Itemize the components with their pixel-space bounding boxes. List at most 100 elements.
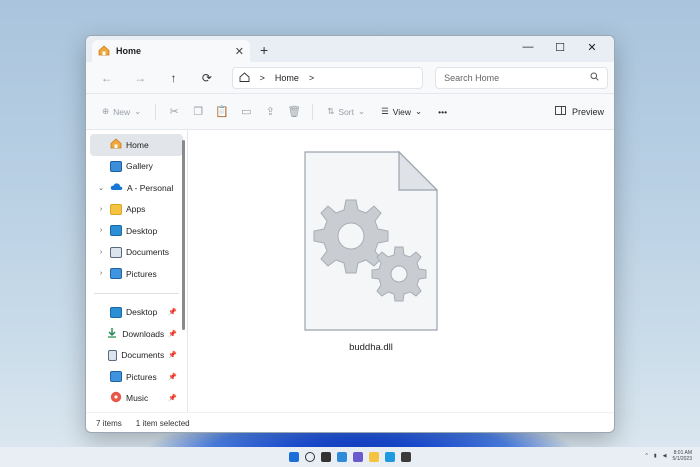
sidebar-item-label: Music bbox=[126, 393, 149, 404]
chat-icon[interactable] bbox=[353, 452, 363, 462]
pictures-icon bbox=[110, 371, 122, 383]
sort-icon: ⇅ bbox=[327, 106, 335, 116]
chevron-down-icon: ⌄ bbox=[415, 106, 423, 116]
view-label: View bbox=[392, 106, 412, 117]
file-item[interactable]: buddha.dll bbox=[301, 150, 441, 353]
cloud-icon bbox=[110, 182, 123, 193]
pin-icon: 📌 bbox=[168, 330, 177, 338]
up-button[interactable]: ↑ bbox=[159, 71, 188, 85]
item-count: 7 items bbox=[96, 419, 122, 428]
sidebar-item-label: A - Personal bbox=[127, 182, 174, 193]
volume-icon[interactable]: ◀ bbox=[663, 453, 667, 459]
tab-close-button[interactable]: ✕ bbox=[235, 45, 244, 58]
clock[interactable]: 8:01 AM 5/1/2023 bbox=[673, 450, 692, 462]
start-icon[interactable] bbox=[289, 452, 299, 462]
window-controls: — ☐ ✕ bbox=[512, 38, 608, 56]
breadcrumb-chevron[interactable]: > bbox=[309, 73, 314, 83]
home-icon bbox=[110, 138, 122, 151]
sidebar-item-label: Desktop bbox=[126, 225, 158, 236]
music-icon bbox=[110, 391, 122, 405]
system-tray: ^ ▮ ◀ 8:01 AM 5/1/2023 bbox=[646, 450, 692, 462]
view-button[interactable]: ☰ View ⌄ bbox=[375, 106, 428, 117]
new-tab-button[interactable]: + bbox=[260, 42, 268, 58]
documents-icon bbox=[110, 246, 122, 258]
quick-access-downloads[interactable]: Downloads 📌 bbox=[90, 323, 183, 345]
more-options-button[interactable]: ••• bbox=[432, 107, 453, 117]
tab-home[interactable]: Home ✕ bbox=[92, 40, 250, 62]
folder-icon bbox=[110, 203, 122, 215]
sidebar-item-apps[interactable]: › Apps bbox=[90, 199, 183, 221]
pictures-icon bbox=[110, 268, 122, 280]
quick-access-music[interactable]: Music 📌 bbox=[90, 388, 183, 410]
refresh-button[interactable]: ⟳ bbox=[192, 71, 221, 85]
tab-title: Home bbox=[116, 46, 142, 56]
sidebar-item-label: Apps bbox=[126, 204, 146, 215]
back-button[interactable]: ← bbox=[92, 71, 121, 85]
quick-access-desktop[interactable]: Desktop 📌 bbox=[90, 302, 183, 324]
address-field[interactable]: > Home > bbox=[231, 66, 424, 89]
divider bbox=[312, 103, 314, 120]
share-icon[interactable]: ⇪ bbox=[260, 105, 280, 118]
home-icon bbox=[239, 71, 250, 84]
search-icon[interactable] bbox=[305, 452, 315, 462]
sidebar-item-gallery[interactable]: Gallery bbox=[90, 156, 183, 178]
preview-pane-icon bbox=[555, 106, 566, 117]
sidebar-item-label: Home bbox=[126, 139, 149, 150]
desktop-icon bbox=[110, 225, 122, 237]
file-list-area[interactable]: buddha.dll bbox=[188, 130, 614, 412]
sidebar-scrollbar[interactable] bbox=[182, 140, 185, 330]
rename-icon[interactable]: ▭ bbox=[236, 105, 256, 118]
sidebar-item-label: Downloads bbox=[122, 328, 165, 339]
file-explorer-icon[interactable] bbox=[369, 452, 379, 462]
sidebar-item-pictures[interactable]: › Pictures bbox=[90, 263, 183, 285]
divider bbox=[94, 292, 179, 294]
sidebar-item-documents[interactable]: › Documents bbox=[90, 242, 183, 264]
delete-icon[interactable]: 🗑 bbox=[284, 105, 304, 118]
forward-button[interactable]: → bbox=[125, 71, 154, 85]
status-bar: 7 items 1 item selected bbox=[86, 412, 614, 432]
chevron-right-icon[interactable]: › bbox=[96, 206, 106, 213]
widgets-icon[interactable] bbox=[337, 452, 347, 462]
search-input[interactable]: Search Home bbox=[435, 66, 608, 89]
chevron-up-icon[interactable]: ^ bbox=[646, 453, 648, 459]
search-icon bbox=[590, 72, 599, 83]
network-icon[interactable]: ▮ bbox=[654, 453, 657, 459]
sidebar-item-label: Pictures bbox=[126, 268, 157, 279]
breadcrumb-separator: > bbox=[259, 72, 265, 83]
store-icon[interactable] bbox=[401, 452, 411, 462]
chevron-down-icon: ⌄ bbox=[134, 106, 142, 116]
chevron-down-icon[interactable]: ⌄ bbox=[96, 184, 106, 192]
task-view-icon[interactable] bbox=[321, 452, 331, 462]
title-bar: Home ✕ + — ☐ ✕ bbox=[86, 36, 614, 62]
clock-date: 5/1/2023 bbox=[672, 456, 692, 462]
breadcrumb-home[interactable]: Home bbox=[275, 73, 299, 83]
new-button[interactable]: ⊕ New ⌄ bbox=[96, 106, 147, 117]
cut-icon[interactable]: ✂ bbox=[164, 105, 184, 118]
main-area: Home Gallery ⌄ A - Personal › Apps › Des… bbox=[86, 130, 614, 412]
taskbar: ^ ▮ ◀ 8:01 AM 5/1/2023 bbox=[0, 447, 700, 467]
minimize-button[interactable]: — bbox=[512, 38, 544, 56]
sidebar-item-desktop[interactable]: › Desktop bbox=[90, 220, 183, 242]
sidebar-item-label: Pictures bbox=[126, 371, 157, 382]
selection-count: 1 item selected bbox=[135, 419, 190, 428]
sort-button[interactable]: ⇅ Sort ⌄ bbox=[321, 106, 371, 117]
chevron-right-icon[interactable]: › bbox=[96, 249, 106, 256]
quick-access-pictures[interactable]: Pictures 📌 bbox=[90, 366, 183, 388]
close-window-button[interactable]: ✕ bbox=[576, 38, 608, 56]
copy-icon[interactable]: ❐ bbox=[188, 105, 208, 118]
file-explorer-window: Home ✕ + — ☐ ✕ ← → ↑ ⟳ > Home > Search H… bbox=[85, 35, 615, 433]
edge-icon[interactable] bbox=[385, 452, 395, 462]
paste-icon[interactable]: 📋 bbox=[212, 105, 232, 118]
sidebar-item-home[interactable]: Home bbox=[90, 134, 183, 156]
chevron-right-icon[interactable]: › bbox=[96, 227, 106, 234]
new-label: New bbox=[113, 106, 131, 117]
preview-button[interactable]: Preview bbox=[555, 106, 604, 117]
quick-access-documents[interactable]: Documents 📌 bbox=[90, 345, 183, 367]
sidebar-item-label: Documents bbox=[121, 350, 165, 361]
sidebar-item-onedrive[interactable]: ⌄ A - Personal bbox=[90, 177, 183, 199]
chevron-right-icon[interactable]: › bbox=[96, 270, 106, 277]
pin-icon: 📌 bbox=[168, 309, 177, 317]
maximize-button[interactable]: ☐ bbox=[544, 38, 576, 56]
file-name: buddha.dll bbox=[349, 342, 393, 353]
search-placeholder: Search Home bbox=[444, 72, 500, 83]
